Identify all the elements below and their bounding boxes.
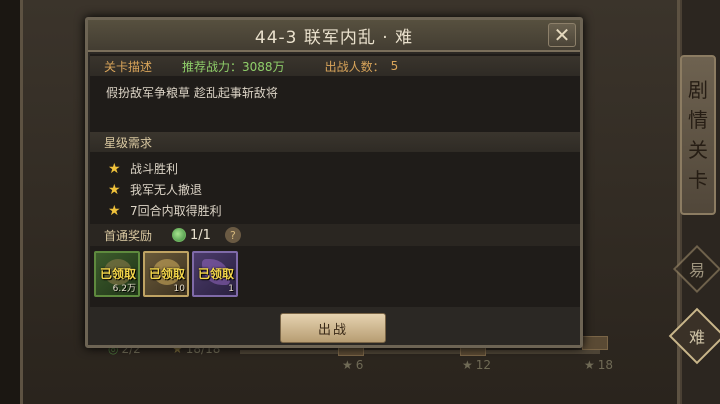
- reward-item-gold[interactable]: 已领取 10: [143, 251, 189, 297]
- claimed-label: 已领取: [99, 267, 136, 281]
- difficulty-easy-label: 易: [688, 260, 706, 280]
- requirement-item: ★ 战斗胜利: [108, 158, 222, 179]
- bg-milestone-3-text: 18: [597, 358, 614, 372]
- bg-milestone-3: ★ 18: [584, 358, 613, 372]
- recommended-power-label: 推荐战力：: [182, 59, 243, 74]
- reward-quantity: 1: [228, 284, 234, 294]
- jade-count: 1/1: [190, 227, 211, 243]
- requirement-item: ★ 我军无人撤退: [108, 179, 222, 200]
- requirement-text: 7回合内取得胜利: [130, 204, 222, 218]
- stage-description: 假扮敌军争粮草 趁乱起事斩敌将: [106, 86, 278, 100]
- bg-milestone-star-icon: ★: [342, 358, 353, 372]
- first-clear-reward-bar: 首通奖励 1/1 ?: [90, 224, 580, 246]
- scroll-char-1: 剧: [688, 78, 708, 102]
- star-icon: ★: [108, 160, 121, 177]
- dialog-footer: 出战: [90, 307, 580, 345]
- requirement-text: 我军无人撤退: [130, 183, 203, 197]
- players-value: 5: [390, 59, 399, 73]
- recommended-power-value: 3088万: [242, 59, 285, 74]
- bg-milestone-2: ★ 12: [462, 358, 491, 372]
- stage-detail-dialog: 44-3 联军内乱 · 难 ✕ 关卡描述 推荐战力： 3088万 出战人数： 5…: [85, 17, 583, 348]
- reward-item-purple[interactable]: 已领取 1: [192, 251, 238, 297]
- first-clear-reward-label: 首通奖励: [104, 228, 153, 243]
- bg-chest-3[interactable]: [582, 336, 608, 350]
- star-requirements-label: 星级需求: [104, 135, 153, 150]
- difficulty-hard-label: 难: [688, 327, 706, 347]
- bg-milestone-1: ★ 6: [342, 358, 363, 372]
- bg-milestone-2-text: 12: [475, 358, 492, 372]
- star-icon: ★: [108, 202, 121, 219]
- jade-icon: [172, 228, 187, 242]
- background-wall: [0, 0, 20, 404]
- scroll-char-4: 卡: [688, 168, 708, 192]
- claimed-label: 已领取: [197, 267, 234, 281]
- reward-quantity: 6.2万: [112, 284, 136, 294]
- dialog-content: 关卡描述 推荐战力： 3088万 出战人数： 5 假扮敌军争粮草 趁乱起事斩敌将…: [90, 54, 580, 307]
- stage-info-bar: 关卡描述 推荐战力： 3088万 出战人数： 5: [90, 56, 580, 76]
- battle-button[interactable]: 出战: [280, 313, 386, 343]
- players-label: 出战人数：: [324, 59, 385, 74]
- story-stage-scroll[interactable]: 剧 情 关 卡: [680, 55, 716, 215]
- scroll-char-3: 关: [688, 138, 708, 162]
- bg-progress-line: [240, 350, 600, 354]
- star-requirements-header: 星级需求: [90, 132, 580, 152]
- claimed-label: 已领取: [148, 267, 185, 281]
- close-icon: ✕: [553, 23, 571, 47]
- bg-milestone-star-icon: ★: [462, 358, 473, 372]
- dialog-title: 44-3 联军内乱 · 难: [254, 27, 414, 48]
- close-button[interactable]: ✕: [548, 23, 576, 47]
- reward-quantity: 10: [173, 284, 185, 294]
- reward-items: 已领取 6.2万 已领取 10 已领取 1: [94, 251, 238, 297]
- stage-desc-label: 关卡描述: [104, 59, 153, 74]
- reward-item-copper[interactable]: 已领取 6.2万: [94, 251, 140, 297]
- help-icon[interactable]: ?: [224, 227, 241, 243]
- star-requirements-list: ★ 战斗胜利 ★ 我军无人撤退 ★ 7回合内取得胜利: [108, 158, 222, 221]
- dialog-header: 44-3 联军内乱 · 难 ✕: [88, 20, 580, 52]
- bg-milestone-star-icon: ★: [584, 358, 595, 372]
- requirement-text: 战斗胜利: [130, 162, 179, 176]
- star-icon: ★: [108, 181, 121, 198]
- bg-milestone-1-text: 6: [355, 358, 364, 372]
- requirement-item: ★ 7回合内取得胜利: [108, 200, 222, 221]
- scroll-char-2: 情: [688, 108, 708, 132]
